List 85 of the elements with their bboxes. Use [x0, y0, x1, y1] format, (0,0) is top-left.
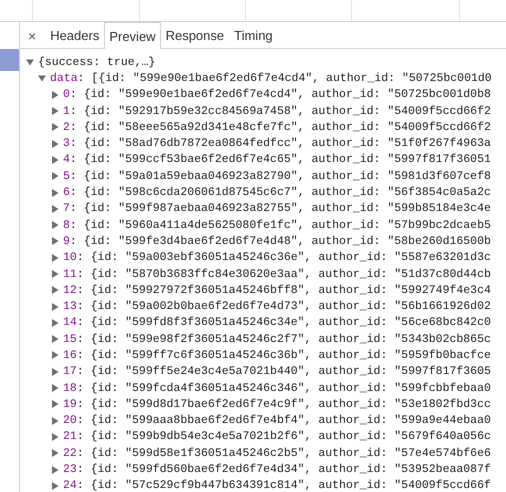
array-index: 23 [63, 463, 77, 476]
array-item-value: : {id: "599d8d17bae6f2ed6f7e4c9f", author_id: "53e1802fbd3cc [76, 398, 491, 411]
array-item-value: : {id: "59a01a59ebaa046923a82790", author_id: "5981d3f607cef8 [70, 170, 491, 183]
array-index: 16 [63, 348, 77, 362]
array-index: 22 [63, 446, 77, 460]
array-item-value: : {id: "5870b3683ffc84e30620e3aa", author_id: "51d37c80d44cb [76, 268, 491, 280]
expand-arrow-icon[interactable] [51, 204, 59, 213]
array-index: 5 [63, 170, 70, 183]
expand-arrow-icon[interactable] [51, 384, 59, 392]
expand-arrow-icon[interactable] [51, 368, 59, 376]
array-index: 9 [63, 234, 70, 248]
array-item-value: : {id: "599fcda4f36051a45246c346", author_id: "599fcbbfebaa0 [76, 382, 491, 395]
expand-arrow-icon[interactable] [51, 270, 59, 278]
expand-arrow-icon[interactable] [51, 107, 59, 116]
tab[interactable]: Timing [229, 22, 278, 48]
collapse-arrow-icon[interactable] [38, 74, 46, 82]
array-index: 13 [63, 300, 77, 314]
array-index: 14 [63, 316, 77, 330]
array-item-value: : {id: "599fe3d4bae6f2ed6f7e4d48", author_id: "58be260d16500b [70, 234, 491, 248]
array-item-value: : {id: "59a003ebf36051a45246c36e", author_id: "5587e63201d3c [76, 251, 491, 264]
close-button[interactable]: × [24, 22, 46, 48]
array-index: 10 [63, 251, 77, 264]
array-item-value: : {id: "599aaa8bbae6f2ed6f7e4bf4", author_id: "599a9e44ebaa0 [76, 414, 491, 428]
tab[interactable]: Preview [104, 22, 161, 49]
expand-arrow-icon[interactable] [51, 482, 59, 490]
array-index: 2 [63, 120, 70, 134]
array-item-value: : {id: "599ccf53bae6f2ed6f7e4c65", author_id: "5997f817f36051 [70, 153, 491, 166]
array-index: 17 [63, 365, 77, 378]
array-item-value: : {id: "599fd8f3f36051a45246c34e", author_id: "56ce68bc842c0 [76, 316, 491, 330]
property-value: : [{id: "599e90e1bae6f2ed6f7e4cd4", author_id: "50725bc001d0 [78, 72, 492, 85]
array-item-value: : {id: "59927972f36051a45246bff8", author_id: "5992749f4e3c4 [76, 284, 491, 297]
array-item-value: : {id: "599e98f2f36051a45246c2f7", author_id: "5343b02cb865c [76, 332, 491, 346]
array-item-value: : {id: "599b9db54e3c4e5a7021b2f6", author_id: "5679f640a056c [76, 430, 491, 444]
array-index: 7 [63, 202, 70, 216]
array-index: 4 [63, 153, 70, 166]
array-item-value: : {id: "58eee565a92d341e48cfe7fc", author_id: "54009f5ccd66f2 [70, 120, 491, 134]
expand-arrow-icon[interactable] [51, 400, 59, 408]
array-index: 3 [63, 137, 70, 150]
array-item-value: : {id: "59a002b0bae6f2ed6f7e4d73", author_id: "56b1661926d02 [76, 300, 491, 314]
array-index: 21 [63, 430, 77, 444]
array-item-value: : {id: "5960a411a4de5625080fe1fc", author_id: "57b99bc2dcaeb5 [70, 218, 491, 232]
array-index: 11 [63, 268, 77, 280]
expand-arrow-icon[interactable] [51, 237, 59, 246]
expand-arrow-icon[interactable] [51, 302, 59, 311]
expand-arrow-icon[interactable] [51, 416, 59, 425]
array-index: 20 [63, 414, 77, 428]
expand-arrow-icon[interactable] [51, 335, 59, 344]
expand-arrow-icon[interactable] [51, 172, 59, 180]
array-item-value: : {id: "57c529cf9b447b634391c814", author_id: "54009f5ccd66f [76, 479, 491, 492]
array-index: 8 [63, 218, 70, 232]
expand-arrow-icon[interactable] [51, 254, 59, 262]
array-index: 1 [63, 104, 70, 118]
expand-arrow-icon[interactable] [51, 188, 59, 197]
expand-arrow-icon[interactable] [51, 432, 59, 441]
expand-arrow-icon[interactable] [51, 156, 59, 164]
expand-arrow-icon[interactable] [51, 449, 59, 458]
array-index: 6 [63, 186, 70, 200]
expand-arrow-icon[interactable] [51, 123, 59, 132]
array-item-value: : {id: "592917b59e32cc84569a7458", author_id: "54009f5ccd66f2 [70, 104, 491, 118]
tab[interactable]: Headers [45, 22, 104, 48]
array-item-value: : {id: "599e90e1bae6f2ed6f7e4cd4", author_id: "50725bc001d0b8 [70, 88, 491, 102]
array-index: 15 [63, 332, 77, 346]
array-item-value: : {id: "598c6cda206061d87545c6c7", author_id: "56f3854c0a5a2c [70, 186, 491, 200]
array-item-value: : {id: "58ad76db7872ea0864fedfcc", author_id: "51f0f267f4963a [70, 137, 491, 150]
expand-arrow-icon[interactable] [51, 140, 59, 148]
array-index: 12 [63, 284, 77, 297]
collapse-arrow-icon[interactable] [26, 58, 34, 66]
tab[interactable]: Response [160, 22, 230, 48]
array-index: 0 [63, 88, 70, 102]
expand-arrow-icon[interactable] [51, 466, 59, 474]
array-item-value: : {id: "599f987aebaa046923a82755", author_id: "599b85184e3c4e [70, 202, 491, 216]
array-item-value: : {id: "599ff5e24e3c4e5a7021b440", author_id: "5997f817f3605 [76, 365, 491, 378]
property-key: data [50, 72, 78, 85]
expand-arrow-icon[interactable] [51, 90, 59, 99]
object-summary: {success: true,…} [38, 56, 156, 69]
expand-arrow-icon[interactable] [51, 221, 59, 230]
array-index: 24 [63, 479, 77, 492]
expand-arrow-icon[interactable] [51, 286, 59, 294]
array-item-value: : {id: "599ff7c6f36051a45246c36b", author_id: "5959fb0bacfce [76, 348, 491, 362]
expand-arrow-icon[interactable] [51, 351, 59, 360]
array-index: 18 [63, 382, 77, 395]
expand-arrow-icon[interactable] [51, 318, 59, 327]
array-item-value: : {id: "599d58e1f36051a45246c2b5", author_id: "57e4e574bf6e6 [76, 446, 491, 460]
array-item-value: : {id: "599fd560bae6f2ed6f7e4d34", author_id: "53952beaa087f [76, 463, 491, 476]
array-index: 19 [63, 398, 77, 411]
